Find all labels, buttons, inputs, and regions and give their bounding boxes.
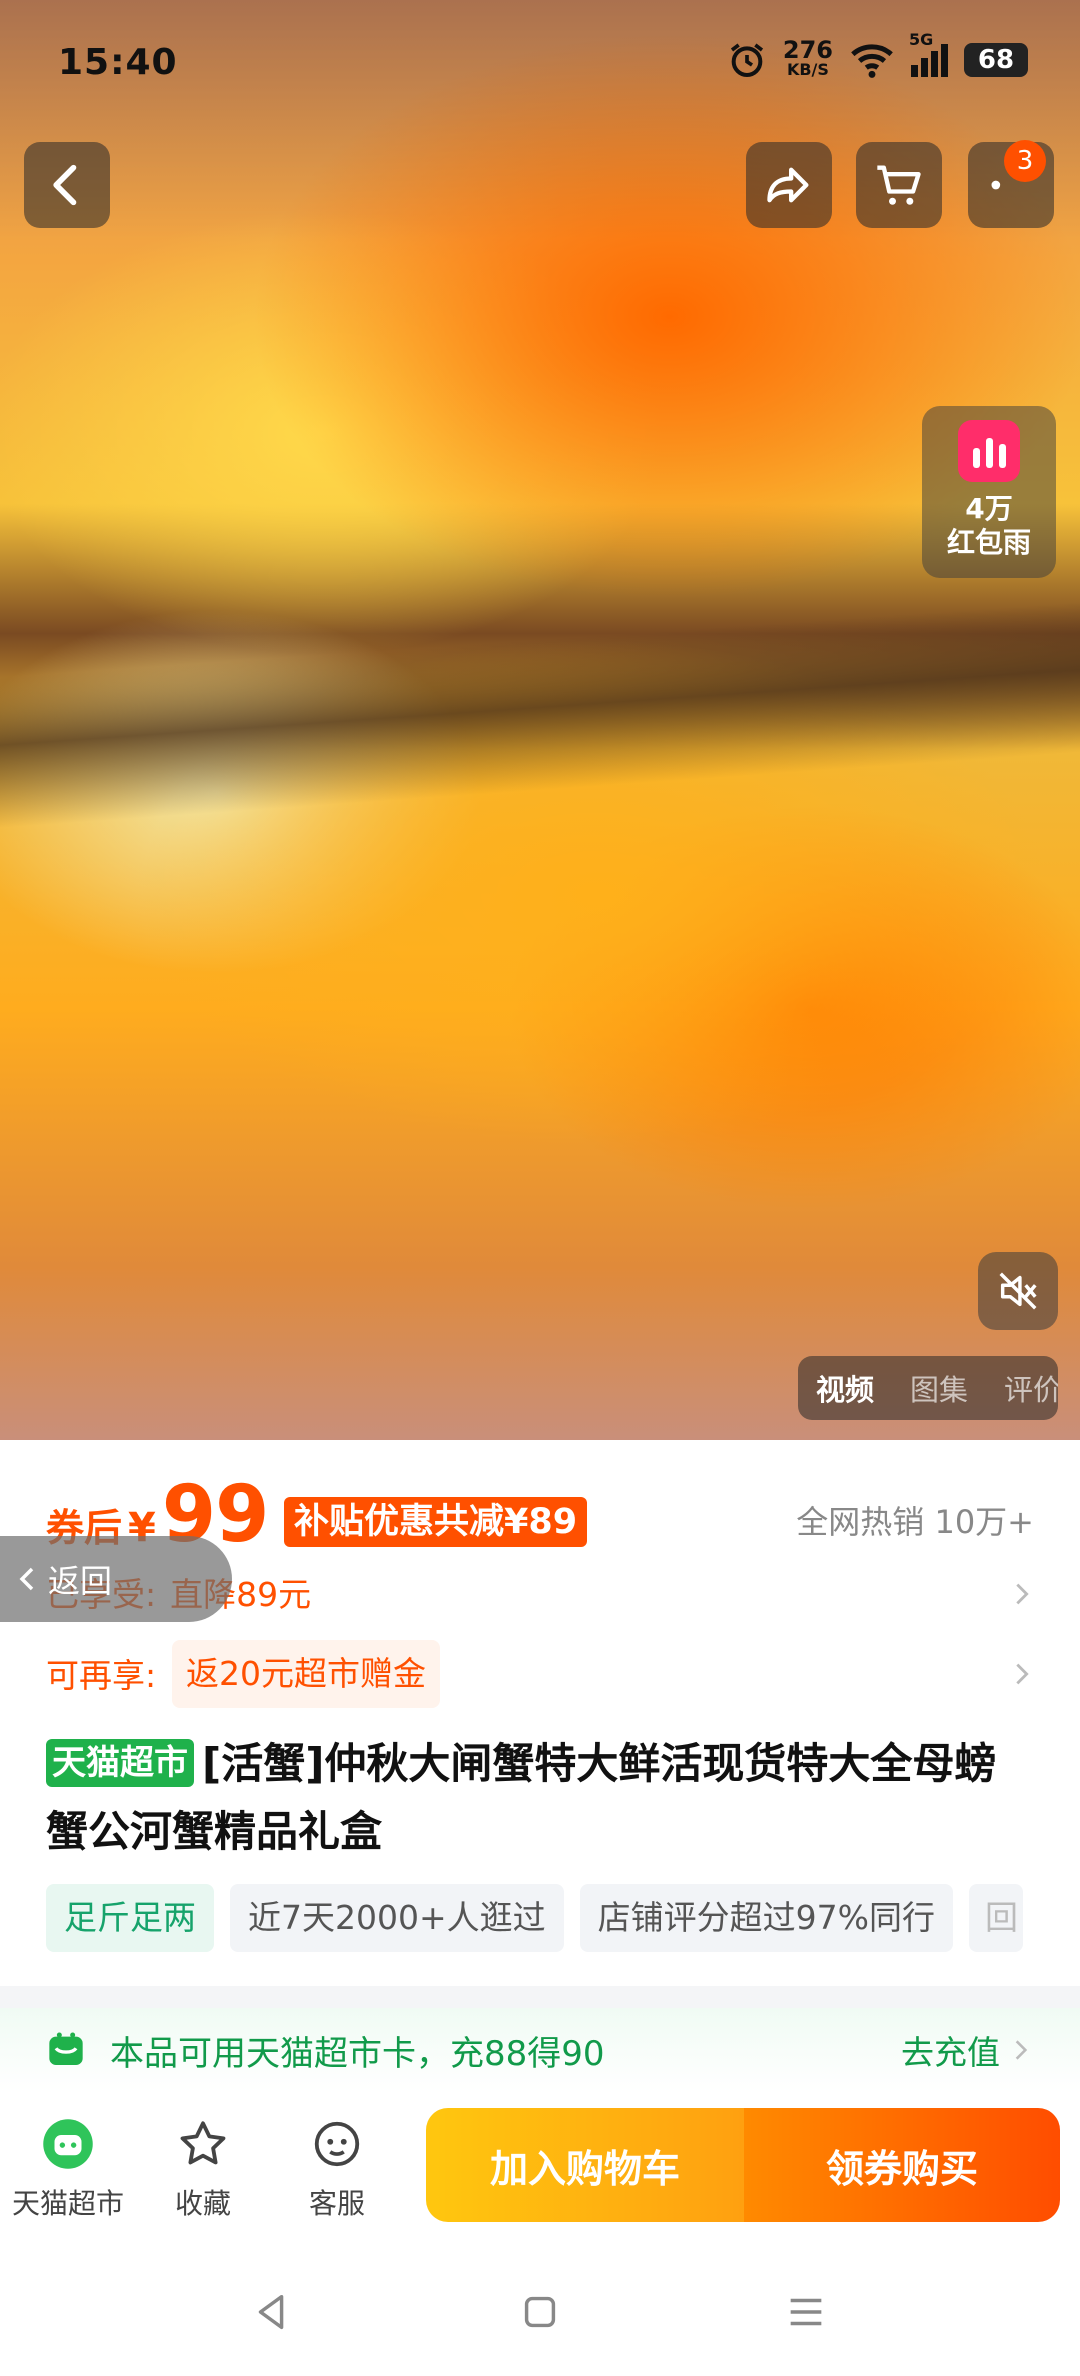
bottom-action-bar: 天猫超市 收藏 客服 加入购物车 领券购买 [0,2092,1080,2244]
back-pill-label: 返回 [48,1562,113,1600]
more-button[interactable]: 3 [968,140,1054,228]
alarm-icon [730,43,763,77]
nav-home-icon [524,2296,556,2328]
red-envelope-label: 红包雨 [946,526,1031,559]
product-title: 天猫超市 [活蟹]仲秋大闸蟹特大鲜活现货特大全母螃蟹公河蟹精品礼盒 [46,1730,1036,1866]
wifi-icon [851,44,893,78]
system-navigation-bar [0,2244,1080,2376]
card-icon [49,2032,83,2065]
net-speed-value: 276 [782,36,833,64]
membership-card-row[interactable]: 本品可用天猫超市卡，充88得90 去充值 [0,2008,1080,2092]
feature-chips: 足斤足两 近7天2000+人逛过 店铺评分超过97%同行 回 [46,1884,1023,1952]
customer-service-button[interactable]: 客服 [284,2114,390,2222]
back-to-app-pill[interactable]: 返回 [0,1536,232,1622]
customer-service-label: 客服 [308,2187,365,2220]
red-envelope-rain-icon [958,420,1020,482]
store-label: 天猫超市 [11,2187,124,2220]
recharge-link[interactable]: 去充值 [901,2026,1034,2074]
mute-button[interactable] [978,1252,1058,1330]
back-button[interactable] [24,142,110,228]
cart-button[interactable] [856,142,942,228]
nav-home-button[interactable] [512,2284,568,2340]
section-divider [0,1986,1080,2008]
nav-menu-icon [790,2298,822,2326]
net-speed-unit: KB/S [786,60,829,79]
status-time: 15:40 [58,42,178,83]
chevron-right-icon[interactable] [1008,1660,1036,1688]
tab-video[interactable]: 视频 [816,1367,874,1409]
red-envelope-rain-button[interactable]: 4万 红包雨 [922,406,1056,578]
nav-menu-button[interactable] [778,2284,834,2340]
subsidy-badge: 补贴优惠共减¥89 [284,1497,588,1547]
recharge-label: 去充值 [901,2033,1000,2072]
add-to-cart-button[interactable]: 加入购物车 [426,2108,744,2222]
membership-card-text: 本品可用天猫超市卡，充88得90 [110,2033,605,2074]
chip-full-weight[interactable]: 足斤足两 [46,1884,214,1952]
battery-indicator: 68 [964,43,1028,77]
tab-gallery[interactable]: 图集 [910,1367,968,1409]
tab-reviews[interactable]: 评价 [1004,1367,1058,1409]
hot-sales-text: 全网热销 10万+ [796,1503,1034,1541]
extra-discount-key: 可再享: [46,1656,157,1695]
status-icons: 276 KB/S 5G 68 [727,30,1028,80]
customer-service-icon [307,2114,367,2174]
chevron-right-icon[interactable] [1008,1580,1036,1608]
media-tabs: 视频 图集 评价 [798,1356,1058,1420]
tmall-supermarket-tag: 天猫超市 [46,1739,194,1787]
store-button[interactable]: 天猫超市 [10,2114,126,2222]
extra-discount-chip[interactable]: 返20元超市赠金 [172,1640,440,1708]
favorite-label: 收藏 [174,2187,231,2220]
share-button[interactable] [746,142,832,228]
product-detail-page: 15:40 276 KB/S 5G 68 3 4万 红包雨 视频 图集 评价 券… [0,0,1080,2376]
favorite-button[interactable]: 收藏 [150,2114,256,2222]
red-envelope-amount: 4万 [965,492,1013,525]
purchase-buttons: 加入购物车 领券购买 [426,2108,1060,2222]
mute-icon [999,1272,1037,1310]
message-badge: 3 [1004,140,1046,182]
chevron-left-icon [19,1567,34,1591]
share-icon [767,167,809,203]
chip-visitors[interactable]: 近7天2000+人逛过 [230,1884,564,1952]
network-type: 5G [909,29,934,49]
chip-store-rating[interactable]: 店铺评分超过97%同行 [579,1884,953,1952]
back-icon [53,164,77,206]
nav-back-button[interactable] [244,2284,300,2340]
tmall-store-icon [38,2114,98,2174]
chevron-right-icon [1015,2040,1028,2060]
coupon-buy-button[interactable]: 领券购买 [744,2108,1060,2222]
signal-icon: 5G [909,30,948,77]
cart-icon [877,165,921,205]
chip-return[interactable]: 回 [969,1884,1023,1952]
star-icon [173,2114,233,2174]
net-speed: 276 KB/S [782,36,833,80]
nav-back-icon [258,2294,284,2330]
status-bar: 15:40 276 KB/S 5G 68 [0,0,1080,130]
